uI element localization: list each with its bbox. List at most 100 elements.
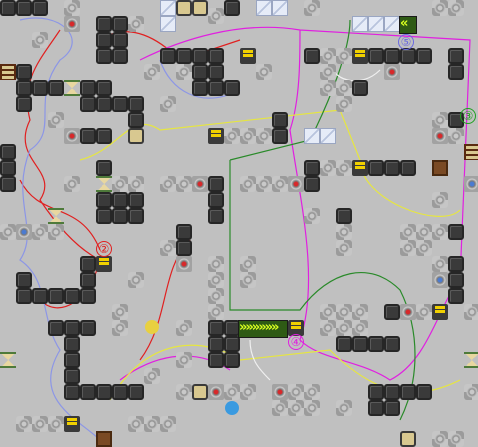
wall-block (192, 48, 208, 64)
hourglass-gate[interactable] (96, 176, 112, 192)
wall-block (96, 192, 112, 208)
wall-block (208, 192, 224, 208)
stud-tile (432, 192, 448, 208)
blue-ball[interactable] (225, 401, 239, 415)
blue-switch[interactable] (464, 176, 478, 192)
wall-block (112, 384, 128, 400)
wall-block (96, 16, 112, 32)
stud-tile (304, 0, 320, 16)
glass-tile (384, 16, 400, 32)
wall-block (208, 352, 224, 368)
red-switch[interactable] (192, 176, 208, 192)
wall-block (128, 192, 144, 208)
wall-block (48, 80, 64, 96)
stud-tile (256, 128, 272, 144)
wall-block (0, 176, 16, 192)
barrel[interactable] (192, 384, 208, 400)
wall-block (208, 320, 224, 336)
glass-tile (160, 16, 176, 32)
stud-tile (448, 128, 464, 144)
yellow-door[interactable] (432, 304, 448, 320)
blue-switch[interactable] (432, 272, 448, 288)
stud-tile (176, 384, 192, 400)
hourglass-gate[interactable] (0, 352, 16, 368)
yellow-door[interactable] (352, 48, 368, 64)
red-switch[interactable] (208, 384, 224, 400)
wall-block (80, 272, 96, 288)
wall-block (0, 160, 16, 176)
red-switch[interactable] (384, 64, 400, 80)
wall-block (368, 384, 384, 400)
stud-tile (240, 384, 256, 400)
stud-tile (208, 272, 224, 288)
wall-block (384, 304, 400, 320)
wall-block (304, 176, 320, 192)
stud-tile (32, 416, 48, 432)
red-switch[interactable] (288, 176, 304, 192)
wall-block (416, 384, 432, 400)
stud-tile (208, 304, 224, 320)
yellow-door[interactable] (96, 256, 112, 272)
wooden-crate[interactable] (432, 160, 448, 176)
wall-block (48, 288, 64, 304)
stud-tile (32, 32, 48, 48)
barrel[interactable] (400, 431, 416, 447)
wall-block (80, 288, 96, 304)
red-switch[interactable] (272, 384, 288, 400)
wall-block (368, 336, 384, 352)
hourglass-gate[interactable] (464, 352, 478, 368)
stud-tile (336, 80, 352, 96)
wall-block (80, 384, 96, 400)
wall-block (416, 48, 432, 64)
wall-block (192, 80, 208, 96)
ladder[interactable] (0, 64, 16, 80)
stud-tile (416, 224, 432, 240)
glass-tile (352, 16, 368, 32)
glass-tile (256, 0, 272, 16)
barrel[interactable] (128, 128, 144, 144)
yellow-door[interactable] (208, 128, 224, 144)
red-switch[interactable] (432, 128, 448, 144)
waypoint-marker-2: ② (96, 241, 112, 257)
wall-block (80, 256, 96, 272)
red-switch[interactable] (64, 128, 80, 144)
yellow-ball[interactable] (145, 320, 159, 334)
hourglass-gate[interactable] (64, 80, 80, 96)
wall-block (64, 336, 80, 352)
red-switch[interactable] (176, 256, 192, 272)
game-board[interactable]: « »»»»»» ② ③ ④ ⑤ (0, 0, 478, 447)
stud-tile (336, 304, 352, 320)
wall-block (448, 272, 464, 288)
yellow-door[interactable] (240, 48, 256, 64)
blue-switch[interactable] (16, 224, 32, 240)
stud-tile (336, 224, 352, 240)
stud-tile (16, 416, 32, 432)
wall-block (400, 160, 416, 176)
hourglass-gate[interactable] (48, 208, 64, 224)
barrel[interactable] (192, 0, 208, 16)
yellow-door[interactable] (64, 416, 80, 432)
stud-tile (240, 176, 256, 192)
stud-tile (32, 224, 48, 240)
wall-block (64, 288, 80, 304)
red-switch[interactable] (64, 16, 80, 32)
ladder[interactable] (464, 144, 478, 160)
wall-block (208, 80, 224, 96)
stud-tile (144, 416, 160, 432)
barrel[interactable] (176, 0, 192, 16)
stud-tile (416, 304, 432, 320)
wall-block (448, 48, 464, 64)
stud-tile (176, 64, 192, 80)
wall-block (384, 160, 400, 176)
wall-block (384, 400, 400, 416)
wooden-crate[interactable] (96, 431, 112, 447)
wall-block (112, 16, 128, 32)
red-switch[interactable] (400, 304, 416, 320)
wall-block (128, 384, 144, 400)
wall-block (192, 64, 208, 80)
wall-block (32, 80, 48, 96)
wall-block (400, 384, 416, 400)
wall-block (448, 64, 464, 80)
yellow-door[interactable] (352, 160, 368, 176)
stud-tile (160, 240, 176, 256)
